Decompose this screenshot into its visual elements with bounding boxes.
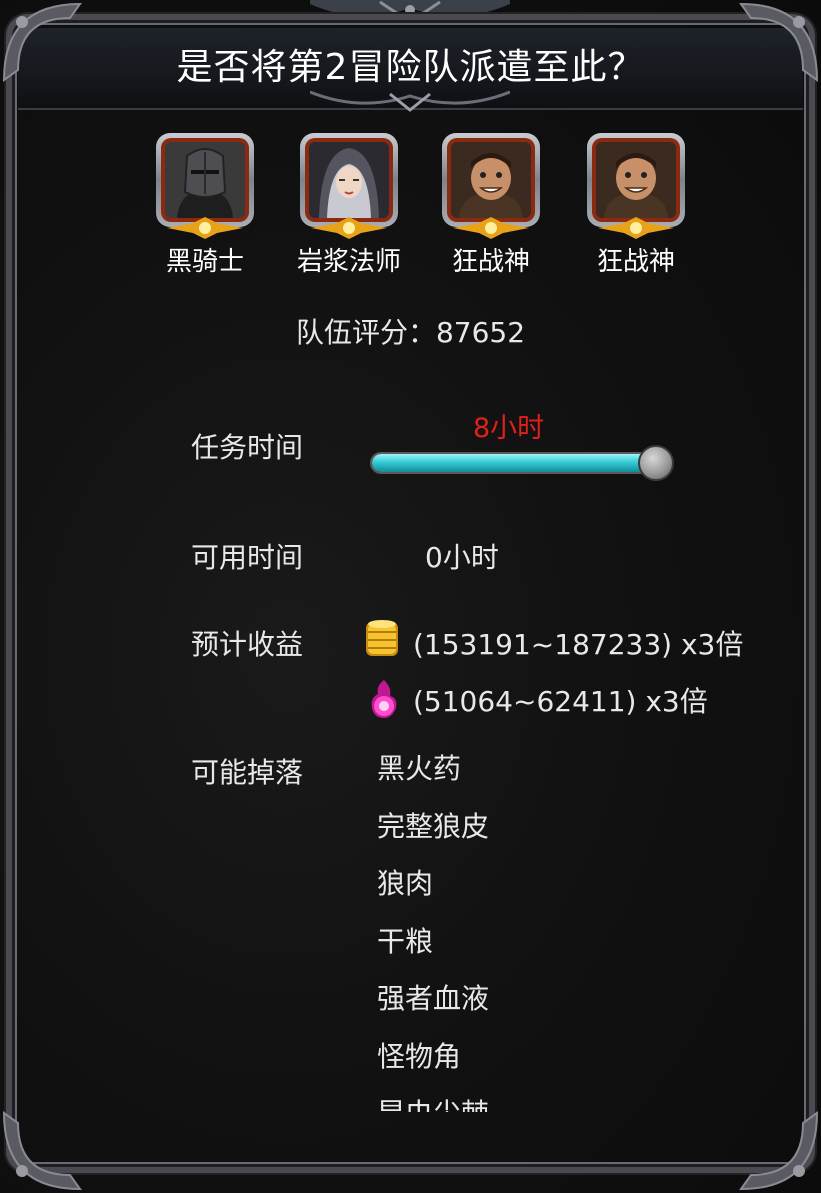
corner-ornament-icon bbox=[731, 1103, 821, 1193]
dialog-panel: 是否将第2冒险队派遣至此？ 黑骑士 岩浆法师 狂战神 狂战神 队伍评分：8765… bbox=[0, 0, 821, 1193]
corner-ornament-icon bbox=[0, 0, 90, 90]
title-ornament-bottom-icon bbox=[310, 90, 510, 112]
magic-orb-icon bbox=[364, 676, 404, 720]
hero-portrait-frame bbox=[587, 133, 685, 239]
drop-item: 狼肉 bbox=[377, 867, 434, 900]
orb-reward-value: (51064~62411) x3倍 bbox=[413, 685, 708, 718]
drop-item: 完整狼皮 bbox=[377, 809, 490, 843]
corner-ornament-icon bbox=[0, 1103, 90, 1193]
slider-handle[interactable] bbox=[638, 445, 674, 481]
hero-slot[interactable]: 狂战神 bbox=[584, 133, 688, 278]
rank-emblem-icon bbox=[453, 217, 529, 239]
available-time-value: 0小时 bbox=[425, 541, 499, 574]
hero-slot[interactable]: 黑骑士 bbox=[153, 133, 257, 278]
hero-slot[interactable]: 岩浆法师 bbox=[297, 133, 401, 278]
hero-portrait-frame bbox=[442, 133, 540, 239]
hero-portrait-frame bbox=[156, 133, 254, 239]
drop-item: 黑火药 bbox=[377, 752, 462, 785]
black-knight-portrait-icon bbox=[165, 142, 245, 218]
hero-name: 黑骑士 bbox=[165, 247, 244, 277]
berserker-portrait-icon bbox=[596, 142, 676, 218]
hero-name: 狂战神 bbox=[451, 247, 530, 277]
drop-item: 干粮 bbox=[377, 924, 434, 958]
gold-reward-value: (153191~187233) x3倍 bbox=[413, 628, 744, 661]
rank-emblem-icon bbox=[311, 217, 387, 239]
mission-time-slider[interactable] bbox=[370, 452, 660, 474]
expected-reward-label: 预计收益 bbox=[191, 628, 304, 661]
hero-name: 岩浆法师 bbox=[297, 247, 402, 277]
hero-name: 狂战神 bbox=[596, 247, 675, 277]
mission-time-value: 8小时 bbox=[473, 413, 545, 444]
rank-emblem-icon bbox=[598, 217, 674, 239]
gold-coin-stack-icon bbox=[362, 616, 402, 660]
drop-item: 昆虫尖棘 bbox=[377, 1095, 707, 1112]
hero-slot[interactable]: 狂战神 bbox=[439, 133, 543, 278]
hero-portrait-frame bbox=[300, 133, 398, 239]
slider-fill bbox=[372, 454, 658, 472]
dialog-title: 是否将第2冒险队派遣至此？ bbox=[176, 47, 645, 88]
corner-ornament-icon bbox=[731, 0, 821, 90]
drop-item: 强者血液 bbox=[377, 982, 490, 1015]
mission-time-label: 任务时间 bbox=[191, 431, 304, 464]
available-time-label: 可用时间 bbox=[191, 541, 304, 574]
rank-emblem-icon bbox=[167, 217, 243, 239]
possible-drops-label: 可能掉落 bbox=[191, 756, 304, 789]
title-ornament-icon bbox=[310, 0, 510, 24]
drop-item: 怪物角 bbox=[377, 1039, 462, 1073]
drop-list[interactable]: 黑火药 完整狼皮 狼肉 干粮 强者血液 怪物角 昆虫尖棘 bbox=[377, 750, 707, 1112]
berserker-portrait-icon bbox=[451, 142, 531, 218]
team-score: 队伍评分：87652 bbox=[295, 316, 526, 349]
lava-mage-portrait-icon bbox=[309, 142, 389, 218]
